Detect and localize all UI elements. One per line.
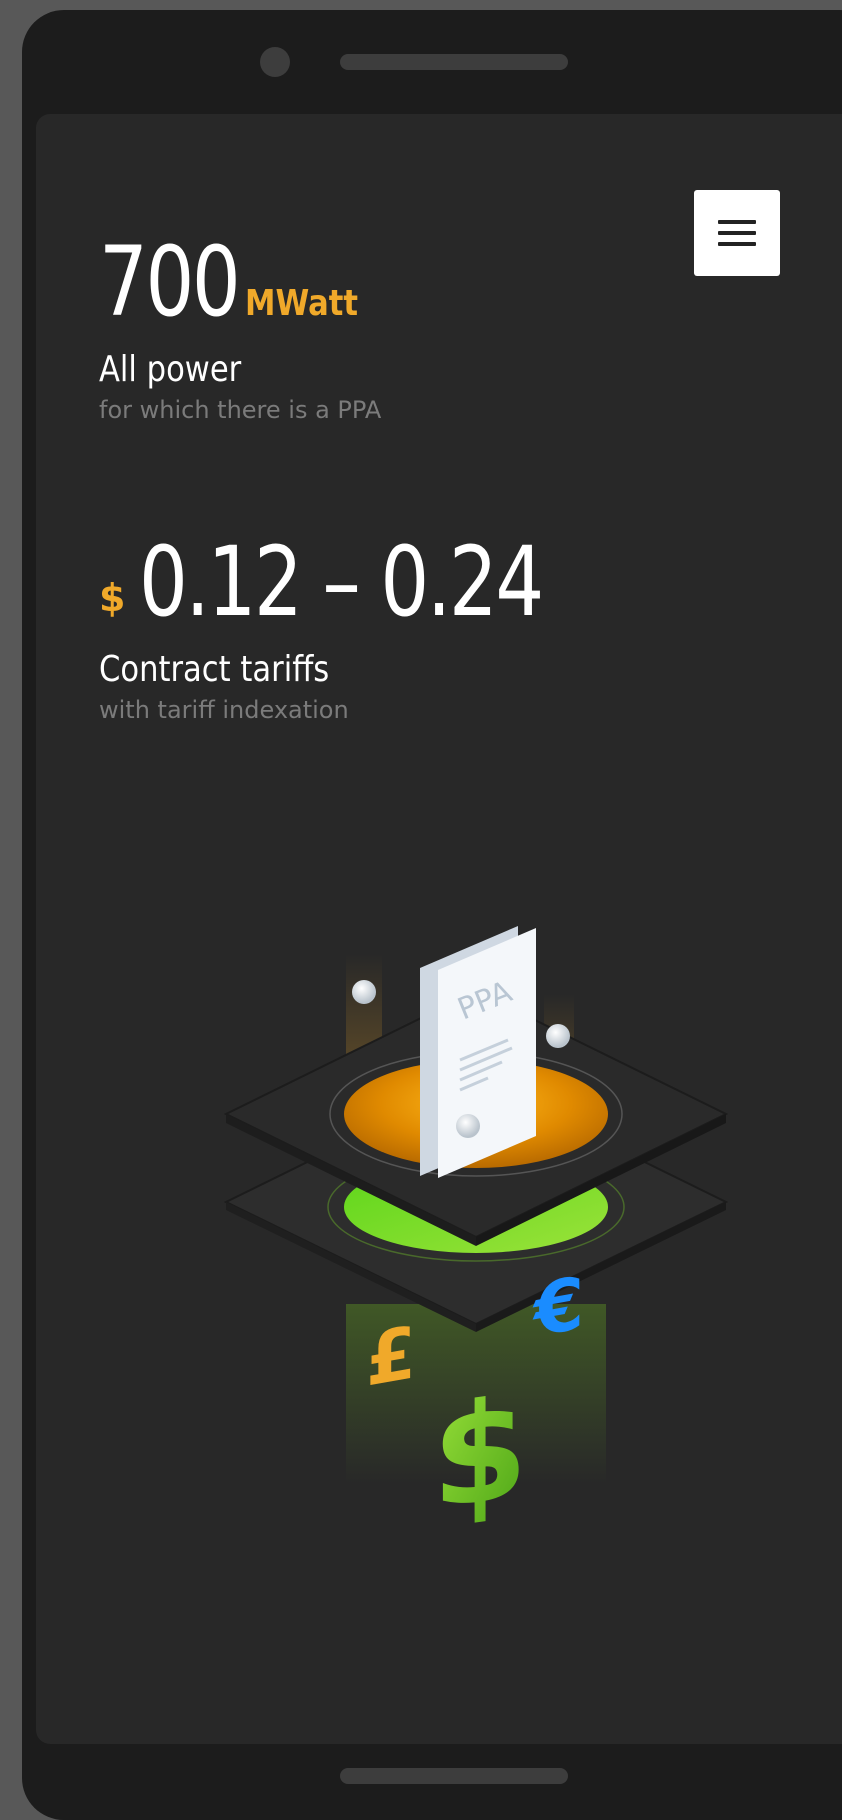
hamburger-menu-icon-line (718, 231, 756, 235)
tariff-stat: $ 0.12 – 0.24 Contract tariffs with tari… (99, 534, 643, 724)
tariff-value: 0.12 – 0.24 (139, 526, 544, 638)
power-stat: 700 MWatt All power for which there is a… (99, 234, 381, 424)
dollar-symbol-icon: $ (432, 1366, 528, 1541)
tariff-value-row: $ 0.12 – 0.24 (99, 534, 643, 630)
power-label: All power (99, 349, 242, 390)
pound-symbol-icon: £ (366, 1311, 416, 1403)
ppa-document (438, 928, 536, 1178)
phone-frame: 700 MWatt All power for which there is a… (22, 10, 842, 1820)
tariff-sublabel: with tariff indexation (99, 696, 349, 724)
power-value: 700 (99, 226, 241, 338)
floating-sphere (456, 1114, 480, 1138)
power-value-row: 700 MWatt (99, 234, 381, 330)
speaker-grille (340, 54, 568, 70)
ppa-illustration: PPA £ $ € (223, 926, 729, 1541)
floating-sphere (352, 980, 376, 1004)
tariff-label: Contract tariffs (99, 649, 330, 690)
camera-icon (260, 47, 290, 77)
app-screen: 700 MWatt All power for which there is a… (36, 114, 842, 1744)
power-sublabel: for which there is a PPA (99, 396, 382, 424)
home-indicator (340, 1768, 568, 1784)
hamburger-menu-icon-line (718, 242, 756, 246)
tariff-currency: $ (99, 576, 126, 620)
hamburger-menu-icon (718, 220, 756, 224)
power-unit: MWatt (245, 283, 359, 324)
menu-button[interactable] (694, 190, 780, 276)
floating-sphere (546, 1024, 570, 1048)
euro-symbol-icon: € (532, 1262, 584, 1355)
